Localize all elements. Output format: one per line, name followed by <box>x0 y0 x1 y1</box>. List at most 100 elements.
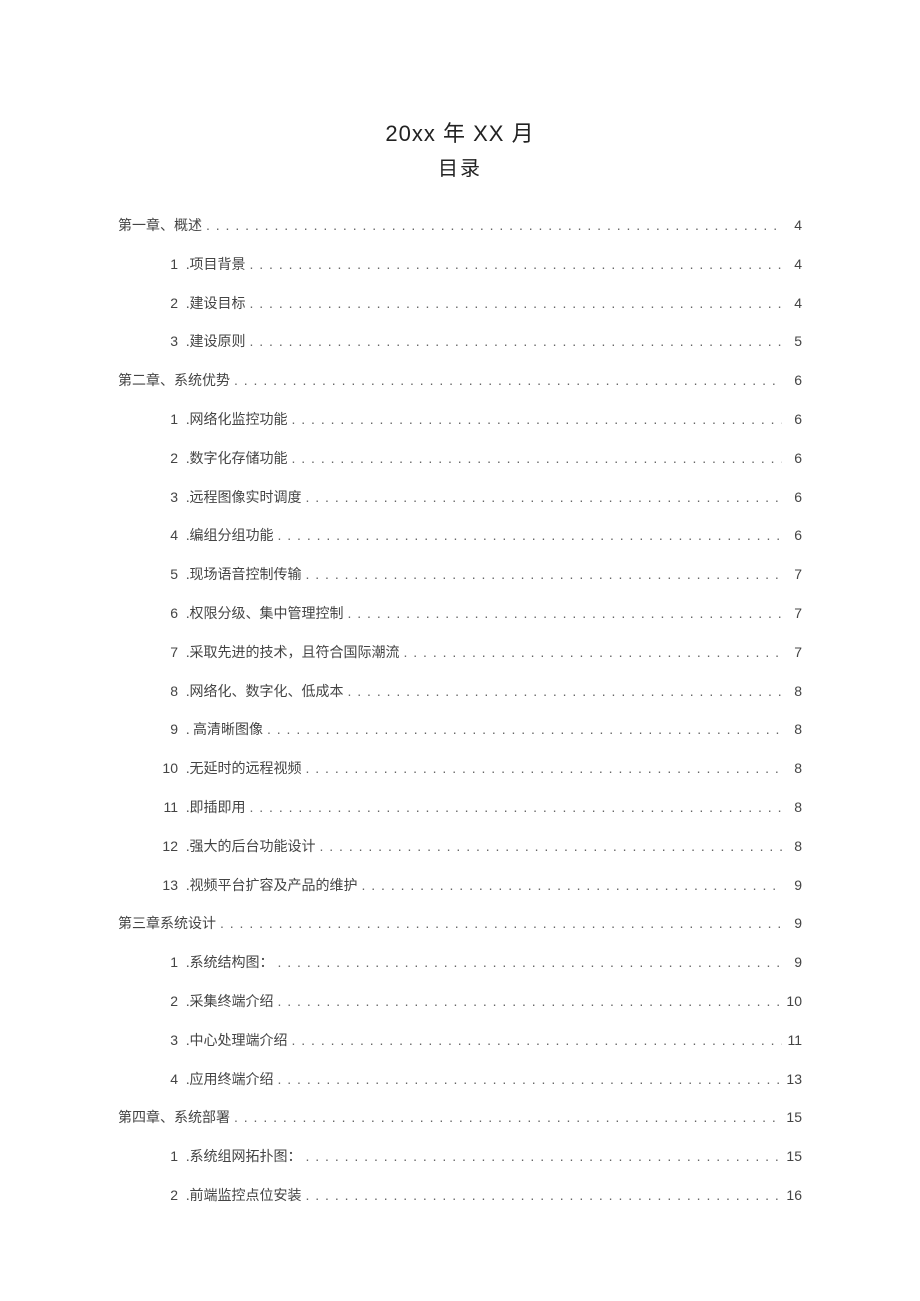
toc-page-number: 6 <box>786 527 802 544</box>
toc-item-label: .无延时的远程视频 <box>186 762 302 779</box>
toc-item-label: .系统结构图： <box>186 956 274 973</box>
toc-item-number: 1 <box>154 1148 178 1165</box>
toc-leader-dots <box>206 217 782 234</box>
toc-item-label: .中心处理端介绍 <box>186 1034 288 1051</box>
toc-leader-dots <box>220 915 782 932</box>
toc-item-entry: 2.建设目标4 <box>118 295 802 314</box>
toc-leader-dots <box>306 566 783 583</box>
toc-page-number: 8 <box>786 760 802 777</box>
toc-item-label: .采集终端介绍 <box>186 995 274 1012</box>
toc-page-number: 8 <box>786 683 802 700</box>
toc-page-number: 6 <box>786 372 802 389</box>
toc-leader-dots <box>292 450 783 467</box>
date-line: 20xx 年 XX 月 <box>118 116 802 148</box>
toc-item-entry: 1.项目背景4 <box>118 256 802 275</box>
toc-item-entry: 2 .数字化存储功能 6 <box>118 450 802 469</box>
toc-item-label: .即插即用 <box>186 801 246 818</box>
toc-item-entry: 7.采取先进的技术，且符合国际潮流7 <box>118 644 802 663</box>
toc-item-entry: 3.中心处理端介绍11 <box>118 1032 802 1051</box>
toc-page-number: 4 <box>786 295 802 312</box>
toc-leader-dots <box>250 333 783 350</box>
toc-leader-dots <box>306 760 783 777</box>
toc-leader-dots <box>250 295 783 312</box>
toc-item-number: 11 <box>154 799 178 816</box>
toc-item-label: .编组分组功能 <box>186 529 274 546</box>
toc-item-number: 2 <box>154 1187 178 1204</box>
toc-leader-dots <box>306 1148 783 1165</box>
toc-page-number: 11 <box>786 1032 802 1049</box>
toc-item-number: 9 <box>154 721 178 738</box>
toc-leader-dots <box>250 256 783 273</box>
toc-item-label: .现场语音控制传输 <box>186 568 302 585</box>
table-of-contents: 第一章、概述41.项目背景42.建设目标43.建设原则5第二章、系统优势61.网… <box>118 217 802 1206</box>
toc-page-number: 9 <box>786 954 802 971</box>
toc-item-entry: 1.网络化监控功能6 <box>118 411 802 430</box>
toc-leader-dots <box>306 489 783 506</box>
toc-page-number: 4 <box>786 256 802 273</box>
toc-chapter-entry: 第二章、系统优势 6 <box>118 372 802 391</box>
toc-item-label: .网络化监控功能 <box>186 413 288 430</box>
title-block: 20xx 年 XX 月 目录 <box>118 116 802 181</box>
toc-page-number: 7 <box>786 566 802 583</box>
toc-item-number: 10 <box>154 760 178 777</box>
toc-page-number: 4 <box>786 217 802 234</box>
toc-chapter-label: 第三章系统设计 <box>118 917 216 934</box>
toc-item-label: .强大的后台功能设计 <box>186 840 316 857</box>
toc-item-entry: 6.权限分级、集中管理控制7 <box>118 605 802 624</box>
toc-item-number: 12 <box>154 838 178 855</box>
document-page: 20xx 年 XX 月 目录 第一章、概述41.项目背景42.建设目标43.建设… <box>0 0 920 1206</box>
toc-leader-dots <box>278 1071 783 1088</box>
toc-item-number: 4 <box>154 1071 178 1088</box>
toc-item-label: .网络化、数字化、低成本 <box>186 685 344 702</box>
toc-item-number: 2 <box>154 993 178 1010</box>
toc-chapter-entry: 第四章、系统部署 15 <box>118 1109 802 1128</box>
toc-leader-dots <box>306 1187 783 1204</box>
toc-item-label: . 高清晰图像 <box>186 723 263 740</box>
toc-item-label: .权限分级、集中管理控制 <box>186 607 344 624</box>
toc-item-entry: 13 .视频平台扩容及产品的维护 9 <box>118 877 802 896</box>
toc-page-number: 6 <box>786 450 802 467</box>
toc-item-label: .视频平台扩容及产品的维护 <box>186 879 358 896</box>
toc-item-entry: 1.系统组网拓扑图：15 <box>118 1148 802 1167</box>
toc-leader-dots <box>267 721 782 738</box>
toc-item-label: .远程图像实时调度 <box>186 491 302 508</box>
toc-leader-dots <box>278 527 783 544</box>
toc-item-entry: 12 .强大的后台功能设计 8 <box>118 838 802 857</box>
toc-page-number: 9 <box>786 915 802 932</box>
toc-page-number: 6 <box>786 489 802 506</box>
toc-item-entry: 2 .采集终端介绍 10 <box>118 993 802 1012</box>
toc-page-number: 7 <box>786 644 802 661</box>
toc-item-entry: 3.建设原则5 <box>118 333 802 352</box>
toc-page-number: 8 <box>786 721 802 738</box>
toc-page-number: 8 <box>786 799 802 816</box>
toc-item-number: 1 <box>154 256 178 273</box>
toc-item-label: .数字化存储功能 <box>186 452 288 469</box>
toc-chapter-label: 第二章、系统优势 <box>118 374 230 391</box>
toc-item-entry: 4 .编组分组功能 6 <box>118 527 802 546</box>
toc-leader-dots <box>250 799 783 816</box>
toc-page-number: 15 <box>786 1109 802 1126</box>
toc-leader-dots <box>404 644 783 661</box>
toc-item-entry: 11 .即插即用 8 <box>118 799 802 818</box>
toc-item-number: 7 <box>154 644 178 661</box>
toc-item-number: 4 <box>154 527 178 544</box>
toc-page-number: 10 <box>786 993 802 1010</box>
toc-chapter-entry: 第一章、概述 4 <box>118 217 802 236</box>
toc-page-number: 8 <box>786 838 802 855</box>
toc-item-entry: 10 .无延时的远程视频 8 <box>118 760 802 779</box>
toc-item-number: 6 <box>154 605 178 622</box>
toc-leader-dots <box>278 993 783 1010</box>
toc-page-number: 9 <box>786 877 802 894</box>
toc-chapter-label: 第一章、概述 <box>118 219 202 236</box>
toc-item-number: 13 <box>154 877 178 894</box>
toc-item-number: 2 <box>154 450 178 467</box>
toc-item-label: .建设原则 <box>186 335 246 352</box>
toc-item-entry: 3.远程图像实时调度6 <box>118 489 802 508</box>
toc-leader-dots <box>278 954 783 971</box>
toc-chapter-label: 第四章、系统部署 <box>118 1111 230 1128</box>
toc-item-number: 3 <box>154 333 178 350</box>
toc-item-number: 1 <box>154 411 178 428</box>
toc-page-number: 13 <box>786 1071 802 1088</box>
toc-leader-dots <box>348 683 783 700</box>
toc-item-label: .系统组网拓扑图： <box>186 1150 302 1167</box>
